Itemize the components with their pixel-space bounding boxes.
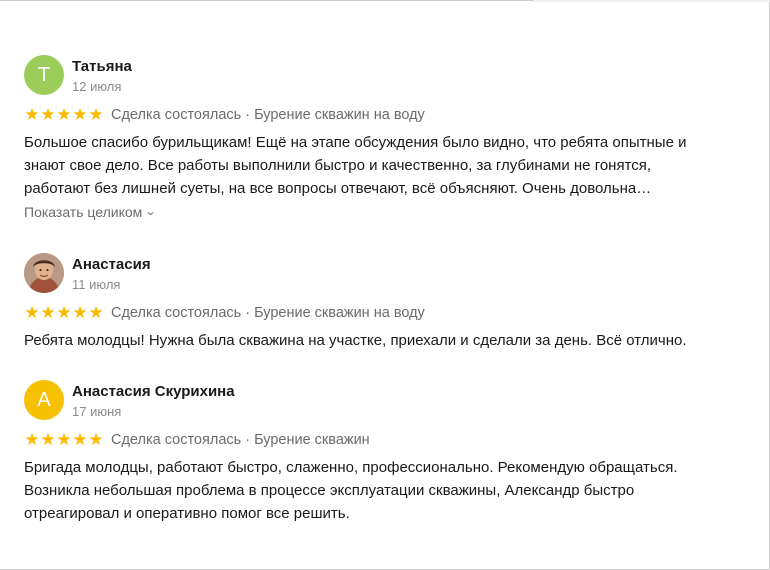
star-icon: ★ [88, 105, 104, 124]
review-meta: Анастасия 11 июля [72, 251, 151, 293]
review-text-line: Ребята молодцы! Нужна была скважина на у… [24, 332, 687, 349]
deal-status: Сделка состоялась · Бурение скважин на в… [111, 107, 425, 123]
avatar[interactable]: А [24, 380, 64, 420]
star-icon: ★ [56, 430, 72, 449]
star-icon: ★ [24, 105, 40, 124]
star-icon: ★ [56, 303, 72, 322]
review-text-line: работают без лишней суеты, на все вопрос… [24, 180, 652, 197]
rating-line: ★ ★ ★ ★ ★ Сделка состоялась · Бурение ск… [24, 428, 724, 452]
rating-stars: ★ ★ ★ ★ ★ [24, 304, 104, 322]
review-text-line: знают свое дело. Все работы выполнили бы… [24, 157, 652, 174]
star-icon: ★ [40, 430, 56, 449]
rating-stars: ★ ★ ★ ★ ★ [24, 431, 104, 449]
star-icon: ★ [72, 303, 88, 322]
star-icon: ★ [56, 105, 72, 124]
review-meta: Анастасия Скурихина 17 июня [72, 378, 235, 420]
star-icon: ★ [72, 430, 88, 449]
review-date: 11 июля [72, 277, 121, 292]
avatar-photo-icon [24, 253, 64, 293]
review-item: Анастасия 11 июля ★ ★ ★ ★ ★ Сделка состо… [24, 251, 724, 352]
show-full-label[interactable]: Показать целиком [24, 203, 142, 221]
star-icon: ★ [88, 303, 104, 322]
author-name[interactable]: Анастасия Скурихина [72, 383, 235, 401]
review-header: Т Татьяна 12 июля [24, 53, 724, 101]
star-icon: ★ [24, 430, 40, 449]
review-text: Большое спасибо бурильщикам! Ещё на этап… [24, 131, 724, 200]
review-date: 12 июля [72, 79, 122, 94]
review-item: А Анастасия Скурихина 17 июня ★ ★ ★ ★ ★ … [24, 378, 724, 525]
star-icon: ★ [40, 303, 56, 322]
deal-status: Сделка состоялась · Бурение скважин [111, 432, 370, 448]
author-name[interactable]: Анастасия [72, 256, 151, 274]
review-text-line: Бригада молодцы, работают быстро, слажен… [24, 459, 678, 476]
star-icon: ★ [72, 105, 88, 124]
top-bar [534, 0, 770, 2]
review-text-line: Возникла небольшая проблема в процессе э… [24, 482, 635, 499]
review-text-line: Большое спасибо бурильщикам! Ещё на этап… [24, 134, 687, 151]
review-item: Т Татьяна 12 июля ★ ★ ★ ★ ★ Сделка состо… [24, 53, 724, 222]
review-header: А Анастасия Скурихина 17 июня [24, 378, 724, 426]
review-meta: Татьяна 12 июля [72, 53, 132, 95]
rating-line: ★ ★ ★ ★ ★ Сделка состоялась · Бурение ск… [24, 103, 724, 127]
star-icon: ★ [88, 430, 104, 449]
review-date: 17 июня [72, 404, 122, 419]
review-text: Бригада молодцы, работают быстро, слажен… [24, 456, 724, 525]
show-full-button[interactable]: Показать целиком ⌄ [24, 203, 157, 221]
star-icon: ★ [40, 105, 56, 124]
star-icon: ★ [24, 303, 40, 322]
rating-line: ★ ★ ★ ★ ★ Сделка состоялась · Бурение ск… [24, 301, 724, 325]
review-text-line: отреагировал и оперативно помог все реши… [24, 505, 350, 522]
deal-status: Сделка состоялась · Бурение скважин на в… [111, 305, 425, 321]
review-text: Ребята молодцы! Нужна была скважина на у… [24, 329, 724, 352]
chevron-down-icon[interactable]: ⌄ [145, 203, 157, 221]
rating-stars: ★ ★ ★ ★ ★ [24, 106, 104, 124]
review-header: Анастасия 11 июля [24, 251, 724, 299]
author-name[interactable]: Татьяна [72, 58, 132, 76]
avatar[interactable]: Т [24, 55, 64, 95]
avatar[interactable] [24, 253, 64, 293]
